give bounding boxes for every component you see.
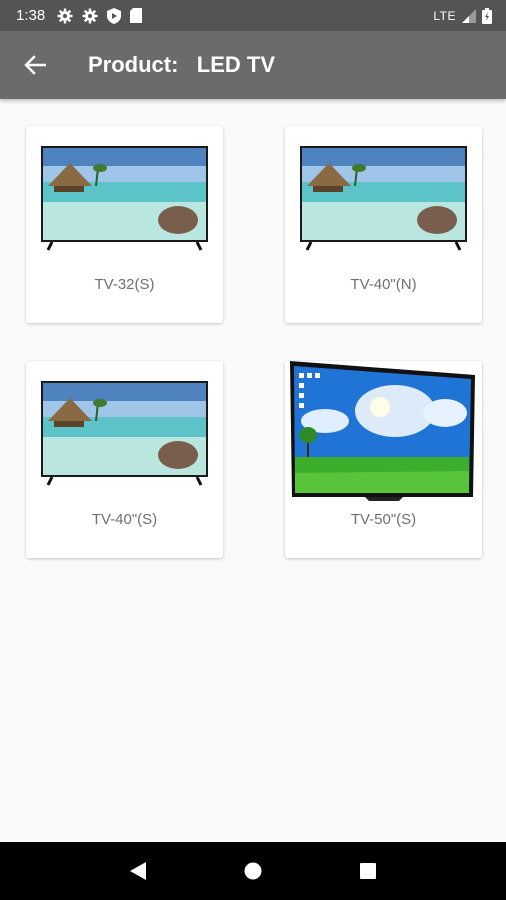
recents-square-icon [360,863,377,879]
product-label: TV-40"(S) [91,511,158,528]
back-triangle-icon [129,862,146,880]
arrow-left-icon [24,55,46,75]
nav-home-button[interactable] [233,851,273,891]
page-title: Product: LED TV [88,52,275,77]
home-circle-icon [244,862,262,880]
nav-recents-button[interactable] [348,851,388,891]
status-time: 1:38 [16,7,46,24]
tv-grass-sky-image [290,361,475,501]
back-button[interactable] [0,31,70,99]
product-label: TV-40"(N) [350,276,417,293]
gear-icon [82,8,98,23]
nav-back-button[interactable] [118,851,158,891]
tv-beach-image [41,146,208,251]
product-card-tv-50s[interactable]: TV-50"(S) [285,361,482,558]
tv-beach-image [300,146,467,251]
status-bar: 1:38 LTE [0,0,506,31]
status-right: LTE [433,7,492,24]
network-type: LTE [433,8,456,23]
product-card-tv-32s[interactable]: TV-32(S) [26,126,223,323]
sd-card-icon [130,8,143,23]
product-card-tv-40n[interactable]: TV-40"(N) [285,126,482,323]
tv-beach-image [41,381,208,486]
app-bar: Product: LED TV [0,31,506,99]
battery-icon [482,7,492,24]
product-grid: TV-32(S) TV-40"(N) TV-40"(S) TV-50"(S) [26,126,482,558]
status-notification-icons [57,7,143,24]
shield-play-icon [107,7,122,24]
signal-icon [462,8,476,23]
product-label: TV-32(S) [94,276,155,293]
product-card-tv-40s[interactable]: TV-40"(S) [26,361,223,558]
product-label: TV-50"(S) [350,511,417,528]
system-nav-bar [0,842,506,900]
gear-icon [57,8,73,23]
